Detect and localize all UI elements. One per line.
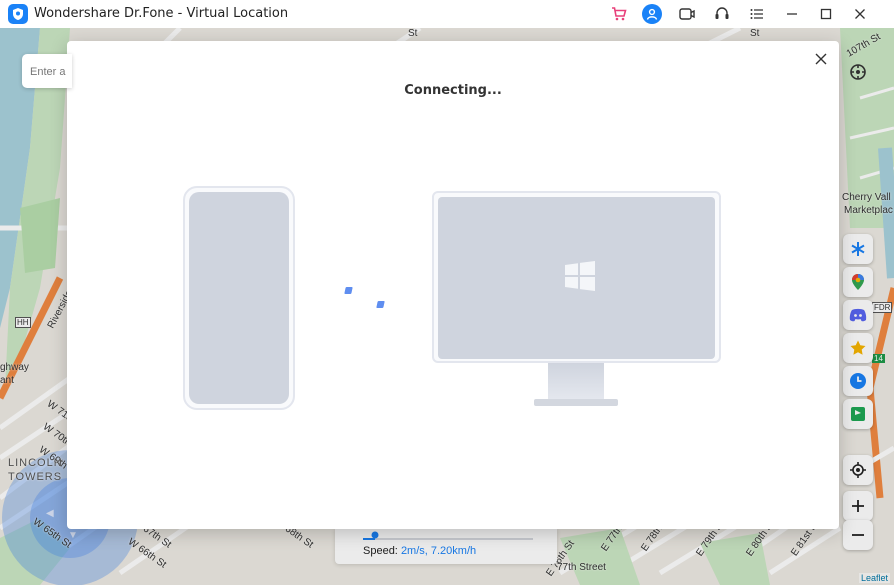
video-record-icon[interactable] (677, 4, 697, 24)
user-account-icon[interactable] (642, 4, 662, 24)
dialog-title: Connecting... (404, 83, 502, 98)
app-title: Wondershare Dr.Fone - Virtual Location (34, 6, 289, 21)
close-icon[interactable] (850, 4, 870, 24)
maximize-icon[interactable] (816, 4, 836, 24)
loading-dot (344, 287, 353, 294)
monitor-base (534, 399, 618, 406)
windows-logo-icon (565, 261, 595, 291)
drfone-logo-icon (8, 4, 28, 24)
close-icon[interactable] (813, 51, 829, 67)
headset-support-icon[interactable] (712, 4, 732, 24)
monitor-screen (438, 197, 715, 359)
location-search-input[interactable]: Enter a (22, 54, 72, 88)
connecting-dialog: Connecting... (67, 41, 839, 529)
menu-list-icon[interactable] (747, 4, 767, 24)
phone-icon (183, 186, 295, 410)
loading-dot (376, 301, 385, 308)
monitor-stand (548, 363, 604, 399)
phone-screen (189, 192, 289, 404)
title-bar: Wondershare Dr.Fone - Virtual Location (0, 0, 894, 28)
cart-icon[interactable] (609, 4, 629, 24)
minimize-icon[interactable] (782, 4, 802, 24)
computer-monitor (432, 191, 721, 363)
